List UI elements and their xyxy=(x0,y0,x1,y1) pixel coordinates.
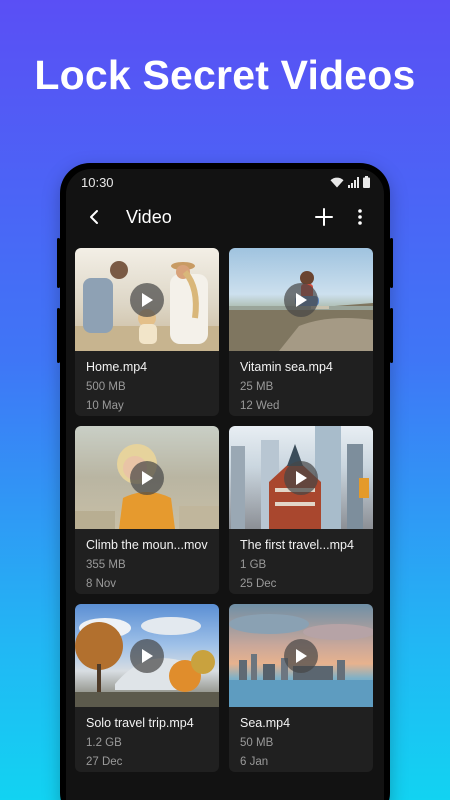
battery-icon xyxy=(363,176,370,188)
back-arrow-icon xyxy=(90,210,98,224)
video-card[interactable]: Vitamin sea.mp4 25 MB 12 Wed xyxy=(229,248,373,416)
play-icon xyxy=(296,470,307,485)
play-button[interactable] xyxy=(284,460,318,495)
video-size: 355 MB xyxy=(86,559,126,571)
video-size: 1 GB xyxy=(240,559,267,571)
phone-side-button xyxy=(57,238,60,288)
video-thumbnail xyxy=(229,604,373,707)
more-vertical-icon xyxy=(358,209,362,225)
video-size: 1.2 GB xyxy=(86,737,122,749)
wifi-icon xyxy=(330,177,344,187)
video-name: Home.mp4 xyxy=(86,360,148,374)
status-time: 10:30 xyxy=(81,174,114,190)
status-bar: 10:30 xyxy=(66,169,384,195)
page-title: Video xyxy=(126,206,172,227)
phone-screen: 10:30 Video Home.mp4 500 MB 10 May Vitam… xyxy=(66,169,384,800)
video-size: 25 MB xyxy=(240,381,274,393)
play-button[interactable] xyxy=(130,638,164,673)
play-icon xyxy=(142,648,153,663)
video-date: 8 Nov xyxy=(86,578,117,590)
video-date: 25 Dec xyxy=(240,578,277,590)
video-name: Sea.mp4 xyxy=(240,716,291,730)
plus-icon xyxy=(315,208,333,226)
promo-title: Lock Secret Videos xyxy=(34,52,416,98)
video-date: 27 Dec xyxy=(86,756,123,768)
video-name: The first travel...mp4 xyxy=(240,538,354,552)
more-options-button[interactable] xyxy=(346,203,374,231)
video-card[interactable]: Climb the moun...mov 355 MB 8 Nov xyxy=(75,426,219,594)
back-button[interactable] xyxy=(80,203,108,231)
video-date: 12 Wed xyxy=(240,400,280,412)
video-card[interactable]: Solo travel trip.mp4 1.2 GB 27 Dec xyxy=(75,604,219,772)
signal-icon xyxy=(348,176,359,188)
video-thumbnail xyxy=(75,604,219,707)
play-button[interactable] xyxy=(130,460,164,495)
video-thumbnail xyxy=(229,248,373,351)
video-thumbnail xyxy=(75,426,219,529)
play-icon xyxy=(142,292,153,307)
video-card[interactable]: Sea.mp4 50 MB 6 Jan xyxy=(229,604,373,772)
phone-side-button xyxy=(390,308,393,363)
video-thumbnail xyxy=(75,248,219,351)
video-size: 500 MB xyxy=(86,381,126,393)
app-bar: Video xyxy=(66,195,384,239)
phone-frame: 10:30 Video Home.mp4 500 MB 10 May Vitam… xyxy=(57,163,393,800)
video-name: Vitamin sea.mp4 xyxy=(240,360,333,374)
phone-side-button xyxy=(390,238,393,288)
play-button[interactable] xyxy=(284,282,318,317)
play-button[interactable] xyxy=(130,282,164,317)
video-date: 10 May xyxy=(86,400,124,412)
video-size: 50 MB xyxy=(240,737,274,749)
video-thumbnail xyxy=(229,426,373,529)
play-button[interactable] xyxy=(284,638,318,673)
video-grid: Home.mp4 500 MB 10 May Vitamin sea.mp4 2… xyxy=(75,248,375,772)
video-card[interactable]: Home.mp4 500 MB 10 May xyxy=(75,248,219,416)
play-icon xyxy=(296,292,307,307)
phone-side-button xyxy=(57,308,60,363)
video-card[interactable]: The first travel...mp4 1 GB 25 Dec xyxy=(229,426,373,594)
add-button[interactable] xyxy=(310,203,338,231)
video-name: Solo travel trip.mp4 xyxy=(86,716,194,730)
play-icon xyxy=(296,648,307,663)
video-date: 6 Jan xyxy=(240,756,269,768)
play-icon xyxy=(142,470,153,485)
video-name: Climb the moun...mov xyxy=(86,538,208,552)
